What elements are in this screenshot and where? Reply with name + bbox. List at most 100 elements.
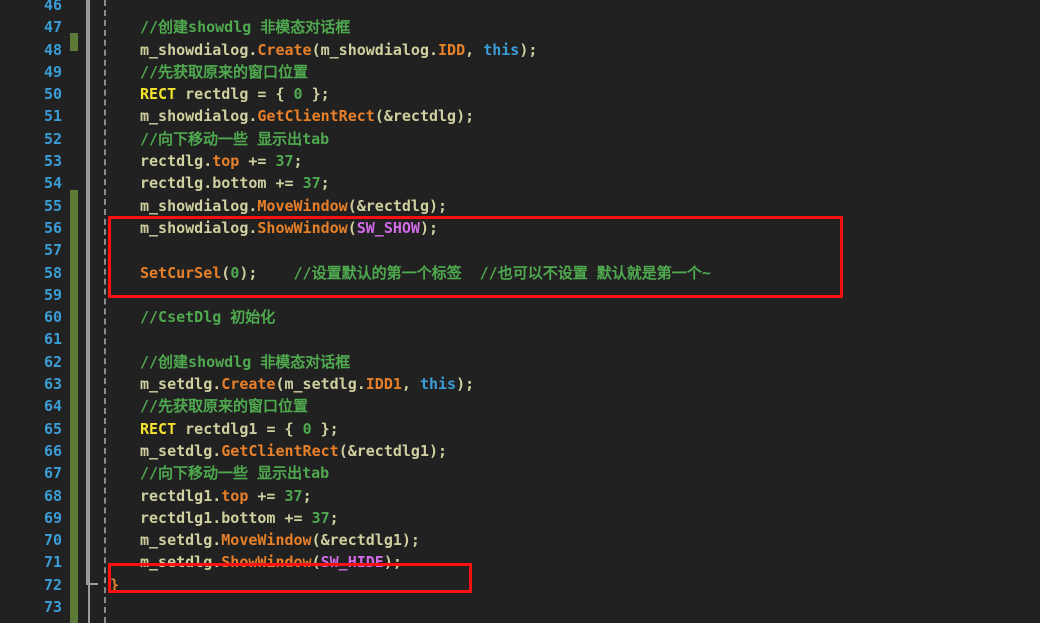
line-number: 46 [43, 0, 62, 14]
line-number: 51 [43, 107, 62, 126]
code-line[interactable]: m_setdlg.ShowWindow(SW_HIDE); [110, 551, 1040, 573]
code-token-punc: }; [311, 85, 330, 104]
code-line[interactable]: rectdlg1.top += 37; [110, 485, 1040, 507]
code-token-punc: ( [275, 375, 285, 394]
code-token-constant: SW_HIDE [320, 553, 384, 572]
code-line[interactable] [110, 328, 1040, 350]
code-token-punc: ( [311, 553, 321, 572]
code-token-punc: . [429, 40, 439, 59]
code-token-punc: . [212, 531, 222, 550]
code-line[interactable]: //向下移动一些 显示出tab [110, 462, 1040, 484]
line-number: 58 [43, 263, 62, 282]
code-line[interactable]: } [110, 574, 1040, 596]
code-token-punc: ); [456, 375, 475, 394]
code-line[interactable]: //CsetDlg 初始化 [110, 306, 1040, 328]
code-token-punc: . [203, 152, 213, 171]
code-token-plain: m_showdialog [140, 218, 249, 237]
line-number: 67 [43, 464, 62, 483]
line-number: 55 [43, 196, 62, 215]
code-token-function: Create [257, 40, 312, 59]
code-token-property: top [221, 486, 249, 505]
line-number: 48 [43, 40, 62, 59]
code-token-punc: ( [221, 263, 231, 282]
code-token-plain: bottom [212, 174, 267, 193]
code-token-property: IDD1 [365, 375, 402, 394]
line-number: 56 [43, 218, 62, 237]
code-token-punc: . [212, 375, 222, 394]
code-token-punc: , [401, 375, 420, 394]
code-token-function: SetCurSel [140, 263, 222, 282]
line-number: 66 [43, 441, 62, 460]
code-line[interactable]: //创建showdlg 非模态对话框 [110, 16, 1040, 38]
code-token-punc: ; [329, 508, 339, 527]
line-number: 53 [43, 152, 62, 171]
code-line[interactable]: m_setdlg.MoveWindow(&rectdlg1); [110, 529, 1040, 551]
code-line[interactable]: m_showdialog.Create(m_showdialog.IDD, th… [110, 39, 1040, 61]
code-content[interactable]: //创建showdlg 非模态对话框 m_showdialog.Create(m_… [110, 0, 1040, 618]
code-token-plain: bottom [221, 508, 276, 527]
code-token-number: 0 [302, 419, 312, 438]
code-line[interactable] [110, 239, 1040, 261]
code-token-punc: ); [383, 553, 402, 572]
code-token-plain: m_setdlg [140, 531, 213, 550]
code-line[interactable]: rectdlg.top += 37; [110, 150, 1040, 172]
code-token-number: 37 [311, 508, 330, 527]
code-line[interactable]: rectdlg1.bottom += 37; [110, 507, 1040, 529]
code-token-punc: . [203, 174, 213, 193]
line-number: 57 [43, 241, 62, 260]
code-editor[interactable]: //创建showdlg 非模态对话框 m_showdialog.Create(m_… [0, 0, 1040, 623]
git-marker-lines-55-73[interactable] [70, 190, 78, 623]
code-token-plain: m_setdlg [140, 553, 213, 572]
code-line[interactable]: SetCurSel(0); //设置默认的第一个标签 //也可以不设置 默认就是… [110, 262, 1040, 284]
line-number-column: 46 47 48 49 50 51 52 53 54 55 56 57 58 59 60 61 62 63 64 65… [0, 0, 62, 618]
code-token-punc: += [275, 174, 294, 193]
code-token-punc: . [356, 375, 366, 394]
code-token-property: IDD [438, 40, 466, 59]
code-line[interactable]: //创建showdlg 非模态对话框 [110, 351, 1040, 373]
line-number: 61 [43, 330, 62, 349]
code-line[interactable]: //先获取原来的窗口位置 [110, 61, 1040, 83]
git-marker-line-48[interactable] [70, 33, 78, 51]
code-line[interactable]: rectdlg.bottom += 37; [110, 172, 1040, 194]
code-token-punc: ); [419, 218, 439, 237]
code-token-plain: m_showdialog [140, 196, 249, 215]
code-token-type: RECT [140, 85, 177, 104]
code-token-plain: rectdlg1 [176, 419, 267, 438]
code-fold-bracket[interactable] [86, 0, 98, 585]
code-line[interactable]: RECT rectdlg1 = { 0 }; [110, 418, 1040, 440]
code-line[interactable]: m_showdialog.GetClientRect(&rectdlg); [110, 105, 1040, 127]
code-line[interactable] [110, 596, 1040, 618]
code-line[interactable]: m_setdlg.GetClientRect(&rectdlg1); [110, 440, 1040, 462]
code-token-function: MoveWindow [221, 531, 312, 550]
code-token-punc: (&rectdlg1); [338, 441, 448, 460]
code-token-comment: //设置默认的第一个标签 //也可以不设置 默认就是第一个~ [293, 263, 711, 282]
code-token-comment: //向下移动一些 显示出tab [140, 129, 330, 148]
code-token-punc: . [212, 486, 222, 505]
code-token-plain: rectdlg [140, 174, 204, 193]
code-line[interactable] [110, 284, 1040, 306]
line-number: 70 [43, 531, 62, 550]
code-token-punc: ; [302, 486, 312, 505]
code-line[interactable]: //向下移动一些 显示出tab [110, 128, 1040, 150]
code-line[interactable]: m_showdialog.MoveWindow(&rectdlg); [110, 195, 1040, 217]
code-token-function: MoveWindow [257, 196, 348, 215]
code-line[interactable]: //先获取原来的窗口位置 [110, 395, 1040, 417]
code-token-punc: }; [320, 419, 339, 438]
line-number: 64 [43, 397, 62, 416]
code-token-type: RECT [140, 419, 177, 438]
code-token-punc: ; [320, 174, 330, 193]
code-line[interactable]: RECT rectdlg = { 0 }; [110, 83, 1040, 105]
code-token-punc: (&rectdlg1); [311, 531, 420, 550]
code-token-punc: . [212, 508, 222, 527]
code-line[interactable]: m_showdialog.ShowWindow(SW_SHOW); [110, 217, 1040, 239]
code-line[interactable]: m_setdlg.Create(m_setdlg.IDD1, this); [110, 373, 1040, 395]
code-line[interactable] [110, 0, 1040, 16]
code-token-plain: rectdlg [140, 152, 204, 171]
